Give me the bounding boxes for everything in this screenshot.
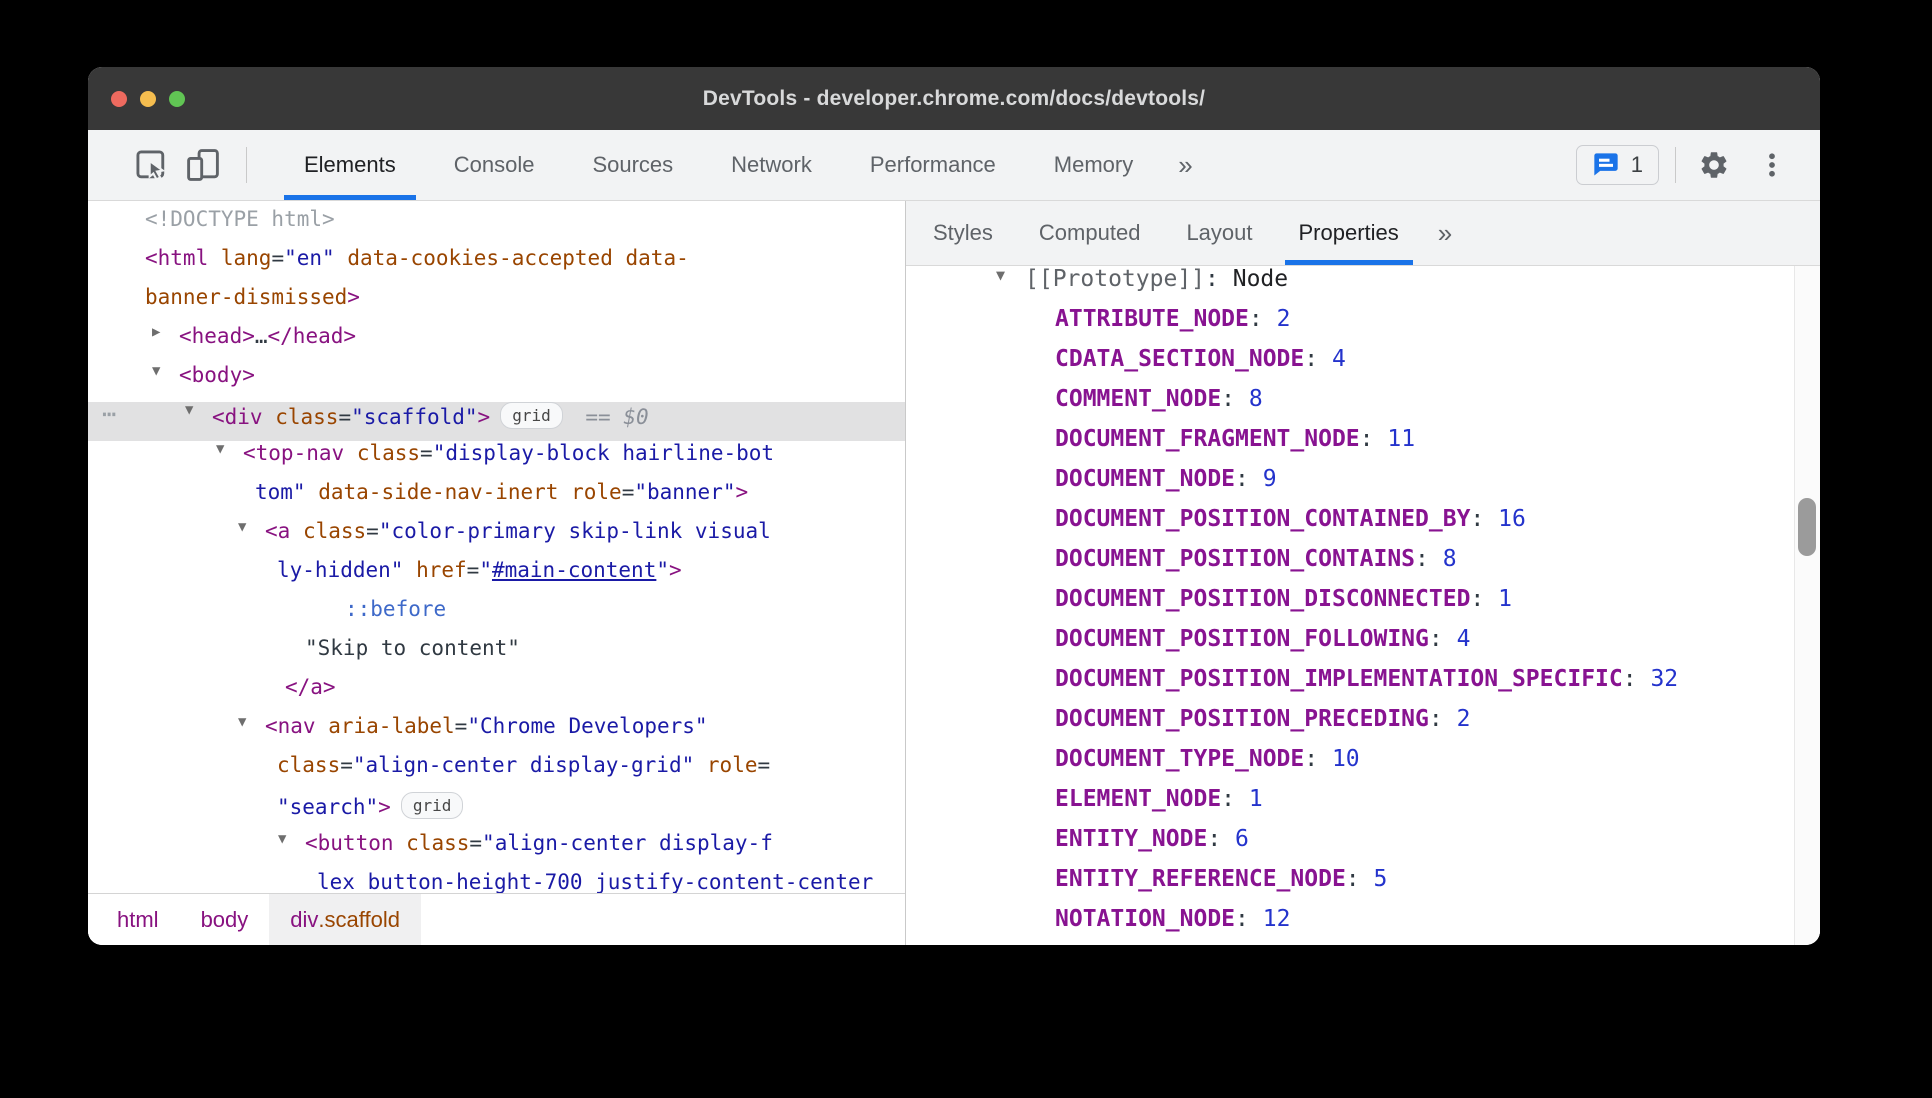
dom-tree-row[interactable]: <!DOCTYPE html> [88, 207, 905, 246]
property-row[interactable]: DOCUMENT_POSITION_CONTAINS: 8 [906, 546, 1820, 586]
dom-tree-row[interactable]: lex button-height-700 justify-content-ce… [88, 870, 905, 893]
property-row[interactable]: ENTITY_REFERENCE_NODE: 5 [906, 866, 1820, 906]
dom-tree-row[interactable]: ⋯ ▼ <div class="scaffold"> grid == $0 [88, 400, 905, 441]
prototype-row[interactable]: ▼ [[Prototype]]: Node [906, 266, 1820, 306]
scrollbar-thumb[interactable] [1798, 498, 1816, 556]
sidebar-tab-properties[interactable]: Properties [1276, 201, 1422, 265]
more-panels-chevron-icon[interactable]: » [1162, 150, 1208, 181]
sidebar-tab-strip: Styles Computed Layout Properties » [906, 201, 1820, 266]
attribute-link[interactable]: #main-content [492, 558, 656, 582]
expand-arrow-icon[interactable]: ▼ [238, 714, 264, 730]
window-title: DevTools - developer.chrome.com/docs/dev… [702, 86, 1206, 110]
sidebar-tab-layout[interactable]: Layout [1163, 201, 1275, 265]
dom-tree-row[interactable]: ▼ <button class="align-center display-f [88, 831, 905, 870]
title-bar: DevTools - developer.chrome.com/docs/dev… [88, 67, 1820, 130]
sidebar-tab-styles[interactable]: Styles [910, 201, 1016, 265]
device-toolbar-icon[interactable] [184, 143, 222, 187]
property-row[interactable]: CDATA_SECTION_NODE: 4 [906, 346, 1820, 386]
settings-gear-icon[interactable] [1692, 143, 1736, 187]
property-row[interactable]: DOCUMENT_FRAGMENT_NODE: 11 [906, 426, 1820, 466]
expand-arrow-icon[interactable]: ▼ [238, 519, 264, 535]
inspect-element-icon[interactable] [132, 143, 170, 187]
more-sidebar-tabs-chevron-icon[interactable]: » [1422, 201, 1468, 265]
tab-sources[interactable]: Sources [563, 130, 702, 200]
expand-arrow-icon[interactable]: ▼ [216, 441, 242, 457]
dom-tree-row[interactable]: ▼ <body> [88, 363, 905, 402]
property-row[interactable]: ELEMENT_NODE: 1 [906, 786, 1820, 826]
toolbar-divider [246, 147, 247, 183]
property-row[interactable]: DOCUMENT_POSITION_IMPLEMENTATION_SPECIFI… [906, 666, 1820, 706]
tab-network[interactable]: Network [702, 130, 841, 200]
tab-performance[interactable]: Performance [841, 130, 1025, 200]
properties-pane: ▼ [[Prototype]]: Node ATTRIBUTE_NODE: 2C… [906, 266, 1820, 945]
dom-tree-row[interactable]: <html lang="en" data-cookies-accepted da… [88, 246, 905, 285]
grid-badge[interactable]: grid [500, 402, 563, 429]
property-row[interactable]: DOCUMENT_NODE: 9 [906, 466, 1820, 506]
properties-scrollbar[interactable] [1794, 266, 1820, 945]
panel-tab-strip: Elements Console Sources Network Performance… [275, 130, 1162, 200]
issues-bubble-icon [1592, 151, 1620, 179]
dom-tree: <!DOCTYPE html> <html lang="en" data-cook… [88, 201, 905, 893]
property-row[interactable]: DOCUMENT_TYPE_NODE: 10 [906, 746, 1820, 786]
dom-tree-row[interactable]: tom" data-side-nav-inert role="banner"> [88, 480, 905, 519]
tab-elements[interactable]: Elements [275, 130, 425, 200]
property-row[interactable]: DOCUMENT_POSITION_PRECEDING: 2 [906, 706, 1820, 746]
tab-console[interactable]: Console [425, 130, 564, 200]
desktop-background: DevTools - developer.chrome.com/docs/dev… [0, 0, 1932, 1098]
property-row[interactable]: DOCUMENT_POSITION_FOLLOWING: 4 [906, 626, 1820, 666]
expand-arrow-icon[interactable]: ▼ [996, 266, 1022, 284]
dom-tree-row[interactable]: class="align-center display-grid" role= [88, 753, 905, 792]
elements-sidebar-panel: Styles Computed Layout Properties » ▼ [[Pro… [906, 201, 1820, 945]
tab-memory[interactable]: Memory [1025, 130, 1162, 200]
dom-tree-row[interactable]: </a> [88, 675, 905, 714]
expand-arrow-icon[interactable]: ▼ [152, 363, 178, 379]
property-row[interactable]: DOCUMENT_POSITION_CONTAINED_BY: 16 [906, 506, 1820, 546]
main-toolbar: Elements Console Sources Network Performance… [88, 130, 1820, 201]
dom-tree-row[interactable]: "Skip to content" [88, 636, 905, 675]
toolbar-divider [1675, 147, 1676, 183]
dom-tree-row[interactable]: "search"> grid [88, 792, 905, 831]
issues-count: 1 [1630, 152, 1643, 177]
breadcrumb-body[interactable]: body [180, 894, 270, 945]
dom-tree-row[interactable]: ly-hidden" href="#main-content"> [88, 558, 905, 597]
property-row[interactable]: DOCUMENT_POSITION_DISCONNECTED: 1 [906, 586, 1820, 626]
node-menu-ellipsis-icon[interactable]: ⋯ [102, 400, 117, 428]
property-row[interactable]: NOTATION_NODE: 12 [906, 906, 1820, 945]
property-row[interactable]: ENTITY_NODE: 6 [906, 826, 1820, 866]
issues-counter-button[interactable]: 1 [1575, 145, 1659, 185]
breadcrumb-div-scaffold[interactable]: div .scaffold [269, 894, 421, 945]
dom-tree-row[interactable]: ▼ <top-nav class="display-block hairline-… [88, 441, 905, 480]
dom-tree-row[interactable]: ▶ <head>…</head> [88, 324, 905, 363]
grid-badge[interactable]: grid [400, 792, 464, 819]
dom-tree-row[interactable]: banner-dismissed> [88, 285, 905, 324]
dom-tree-row[interactable]: ▼ <nav aria-label="Chrome Developers" [88, 714, 905, 753]
breadcrumb-bar: html body div .scaffold [88, 893, 905, 945]
expand-arrow-icon[interactable]: ▼ [278, 831, 304, 847]
elements-panel: <!DOCTYPE html> <html lang="en" data-cook… [88, 201, 906, 945]
devtools-content: <!DOCTYPE html> <html lang="en" data-cook… [88, 201, 1820, 945]
property-row[interactable]: ATTRIBUTE_NODE: 2 [906, 306, 1820, 346]
dom-tree-row[interactable]: ::before [88, 597, 905, 636]
breadcrumb-html[interactable]: html [96, 894, 180, 945]
sidebar-tab-computed[interactable]: Computed [1016, 201, 1164, 265]
devtools-window: DevTools - developer.chrome.com/docs/dev… [88, 67, 1820, 945]
dom-tree-row[interactable]: ▼ <a class="color-primary skip-link visua… [88, 519, 905, 558]
customize-devtools-kebab-icon[interactable] [1750, 143, 1794, 187]
expand-arrow-icon[interactable]: ▼ [185, 402, 211, 418]
property-row[interactable]: COMMENT_NODE: 8 [906, 386, 1820, 426]
expand-arrow-icon[interactable]: ▶ [152, 324, 178, 340]
